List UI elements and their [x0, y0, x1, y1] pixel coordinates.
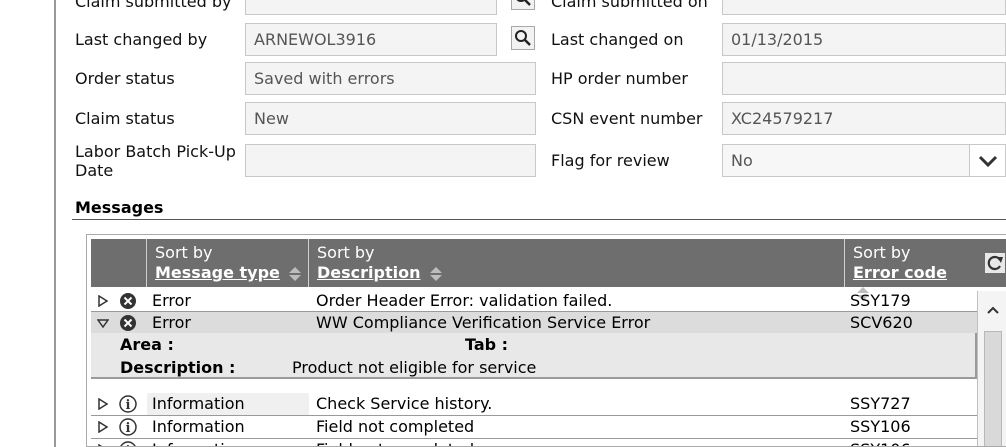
claim-status-label: Claim status [75, 109, 175, 128]
claim-status-field[interactable]: New [245, 102, 536, 135]
flag-for-review-select[interactable]: No [722, 144, 1006, 177]
detail-description-label: Description : [120, 358, 236, 377]
message-description: Field not completed [316, 439, 474, 446]
last-changed-by-lookup-search-icon[interactable] [511, 26, 535, 50]
last-changed-on-field[interactable]: 01/13/2015 [722, 23, 1006, 56]
sort-by-error-code-header[interactable]: Sort by Error code [844, 239, 964, 301]
flag-for-review-label: Flag for review [551, 151, 670, 170]
error-code: SSY106 [850, 439, 911, 446]
expand-triangle-icon[interactable] [97, 295, 109, 307]
scrollbar-thumb[interactable] [984, 331, 1002, 446]
info-icon: i [119, 418, 137, 436]
message-detail-panel: Area : Tab : Description : Product not e… [91, 333, 977, 379]
message-row[interactable]: i Information Check Service history. SSY… [91, 393, 981, 415]
refresh-icon[interactable] [985, 253, 1005, 273]
labor-batch-pickup-date-field[interactable] [245, 144, 536, 177]
sort-arrows-icon [288, 266, 301, 281]
csn-event-number-label: CSN event number [551, 109, 703, 128]
claim-submitted-on-field[interactable] [722, 0, 1006, 15]
claim-submitted-by-label: Claim submitted by [75, 0, 232, 11]
messages-section-divider [72, 219, 1006, 220]
messages-section-title: Messages [75, 198, 164, 217]
expand-triangle-icon[interactable] [97, 398, 109, 410]
messages-grid-header: Sort by Message type Sort by Description… [91, 239, 1006, 301]
message-row[interactable]: Error Order Header Error: validation fai… [91, 290, 981, 312]
message-type: Information [152, 394, 245, 413]
left-divider [54, 0, 56, 447]
message-type: Information [152, 439, 245, 446]
hp-order-number-label: HP order number [551, 69, 688, 88]
message-type: Information [152, 417, 245, 436]
flag-for-review-value: No [731, 151, 753, 170]
collapse-triangle-icon[interactable] [97, 317, 109, 329]
svg-text:i: i [126, 398, 131, 413]
claim-submitted-on-label: Claim submitted on [551, 0, 708, 11]
last-changed-on-label: Last changed on [551, 30, 684, 49]
claim-submitted-by-field[interactable] [245, 0, 497, 15]
error-code: SCV620 [850, 313, 913, 332]
message-row-selected[interactable]: Error WW Compliance Verification Service… [91, 312, 981, 334]
flag-for-review-dropdown-button[interactable] [969, 145, 1005, 176]
chevron-down-icon [978, 155, 998, 168]
last-changed-by-label: Last changed by [75, 30, 208, 49]
message-type: Error [152, 313, 191, 332]
error-code: SSY179 [850, 291, 911, 310]
detail-tab-label: Tab : [465, 335, 509, 354]
message-row[interactable]: i Information Field not completed SSY106 [91, 416, 981, 438]
labor-batch-pickup-date-label: Labor Batch Pick-Up Date [75, 142, 236, 180]
detail-area-label: Area : [120, 335, 174, 354]
message-row[interactable]: i Information Field not completed SSY106 [91, 439, 981, 446]
error-icon [120, 315, 136, 331]
sort-arrows-icon [429, 266, 442, 281]
csn-event-number-field[interactable]: XC24579217 [722, 102, 1006, 135]
message-type: Error [152, 291, 191, 310]
scroll-up-chevron-icon[interactable] [986, 305, 1000, 315]
claim-submitted-by-lookup-search-icon[interactable] [511, 0, 535, 10]
message-description: Order Header Error: validation failed. [316, 291, 613, 310]
svg-text:i: i [126, 421, 131, 436]
message-description: Field not completed [316, 417, 475, 436]
messages-grid: Sort by Message type Sort by Description… [86, 234, 1006, 447]
message-description: WW Compliance Verification Service Error [316, 313, 651, 332]
error-code: SSY106 [850, 417, 911, 436]
message-description: Check Service history. [316, 394, 493, 413]
last-changed-by-field[interactable]: ARNEWOL3916 [245, 23, 497, 56]
expand-triangle-icon[interactable] [97, 421, 109, 433]
messages-scrollbar[interactable] [977, 291, 1006, 446]
info-icon: i [119, 395, 137, 413]
info-icon: i [120, 441, 136, 446]
error-icon [120, 293, 136, 309]
hp-order-number-field[interactable] [722, 62, 1006, 95]
error-code: SSY727 [850, 394, 911, 413]
sort-by-message-type-header[interactable]: Sort by Message type [146, 239, 308, 287]
sort-by-description-header[interactable]: Sort by Description [308, 239, 844, 287]
order-status-field[interactable]: Saved with errors [245, 62, 536, 95]
detail-description-value: Product not eligible for service [292, 358, 537, 377]
order-status-label: Order status [75, 69, 175, 88]
